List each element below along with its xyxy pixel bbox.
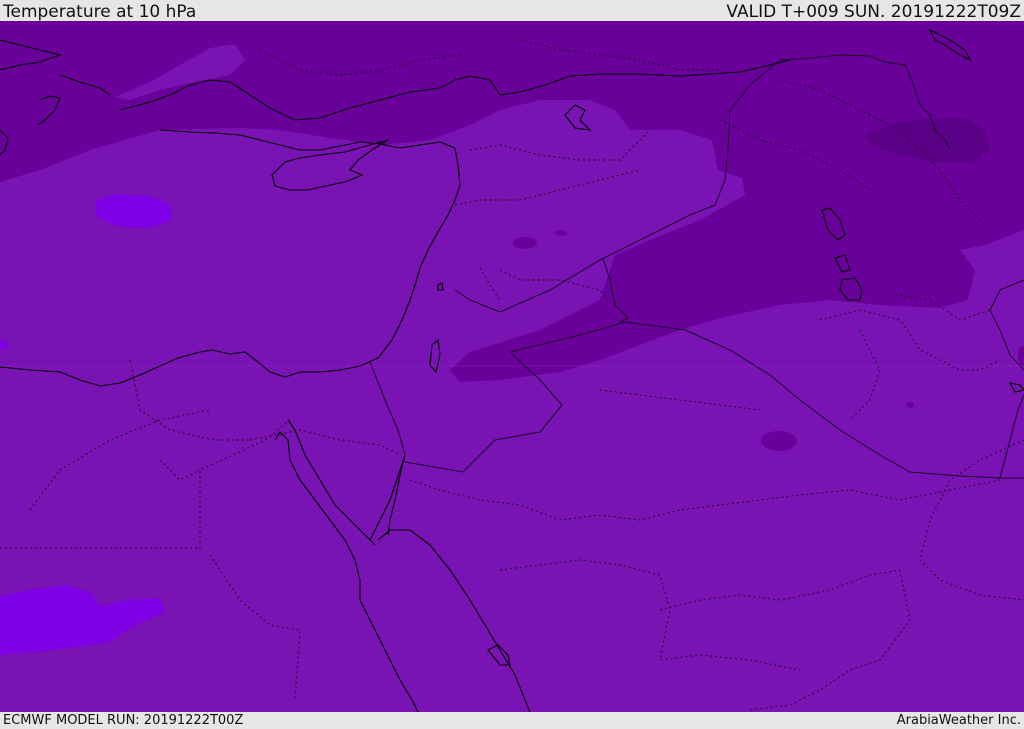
cold-blob-syria xyxy=(513,237,537,249)
header-bar: Temperature at 10 hPa VALID T+009 SUN. 2… xyxy=(0,0,1024,21)
temperature-map xyxy=(0,21,1024,712)
valid-time-label: VALID T+009 SUN. 20191222T09Z xyxy=(726,2,1021,22)
model-run-label: ECMWF MODEL RUN: 20191222T00Z xyxy=(3,713,244,728)
map-viewer: Temperature at 10 hPa VALID T+009 SUN. 2… xyxy=(0,0,1024,729)
cold-blob-iraq xyxy=(761,431,797,451)
footer-bar: ECMWF MODEL RUN: 20191222T00Z ArabiaWeat… xyxy=(0,712,1024,729)
cold-blob-iran xyxy=(906,402,914,408)
chart-title: Temperature at 10 hPa xyxy=(3,2,197,22)
credit-label: ArabiaWeather Inc. xyxy=(896,713,1021,728)
cold-blob-syria-2 xyxy=(555,230,567,236)
